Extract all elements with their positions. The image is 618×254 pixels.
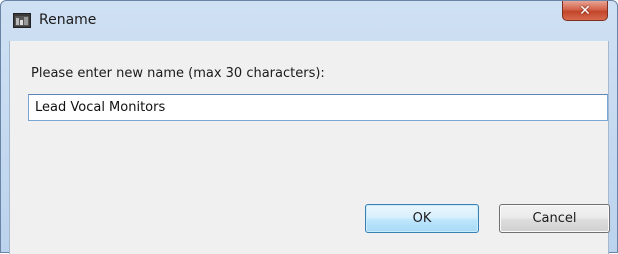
close-button[interactable]: ✕ (562, 1, 608, 21)
rename-prompt-label: Please enter new name (max 30 characters… (31, 66, 325, 81)
close-icon: ✕ (579, 2, 591, 19)
dialog-body: Please enter new name (max 30 characters… (9, 41, 610, 254)
new-name-input[interactable] (28, 94, 608, 121)
ok-button[interactable]: OK (365, 204, 479, 233)
title-bar[interactable]: Rename ✕ (1, 1, 617, 41)
window-title: Rename (39, 12, 97, 28)
app-window-icon (13, 13, 31, 28)
rename-dialog-window: Rename ✕ Please enter new name (max 30 c… (0, 0, 618, 254)
cancel-button[interactable]: Cancel (499, 204, 610, 233)
